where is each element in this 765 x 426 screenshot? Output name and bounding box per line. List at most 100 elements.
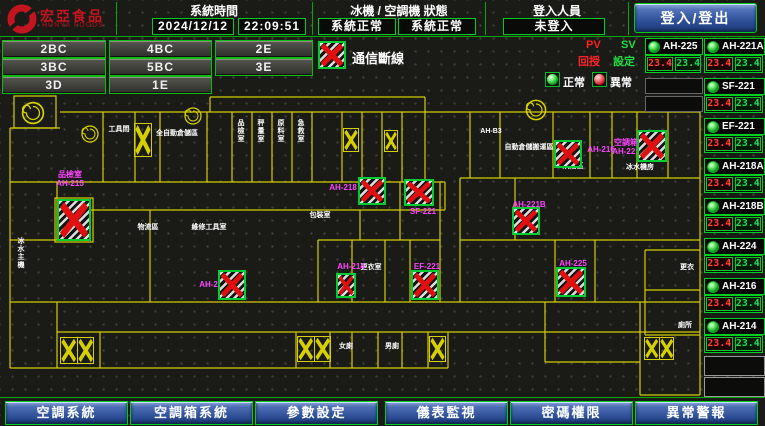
floor-button-1E[interactable]: 1E (109, 76, 212, 94)
nav-button-空調系統[interactable]: 空調系統 (5, 401, 128, 425)
nav-button-儀表監視[interactable]: 儀表監視 (385, 401, 508, 425)
unit-name: EF-221 (722, 121, 755, 132)
empty-slot (704, 356, 765, 376)
unit-sv-value: 23.4 (735, 137, 762, 151)
nav-button-參數設定[interactable]: 參數設定 (255, 401, 378, 425)
unit-AH-225[interactable]: AH-225 (645, 38, 703, 55)
empty-slot (645, 96, 703, 112)
comm-fail-unit-icon[interactable] (637, 130, 667, 162)
unit-AH-214[interactable]: AH-214 (704, 318, 765, 335)
room-label: 男廁 (382, 343, 402, 351)
company-subtitle: HUNYA FOODS (42, 22, 104, 29)
unit-values-SF-221: 23.423.4 (704, 95, 763, 113)
unit-status-led (648, 41, 660, 53)
unit-EF-221[interactable]: EF-221 (704, 118, 765, 135)
unit-status-led (707, 241, 719, 253)
unit-pv-value: 23.4 (706, 57, 733, 71)
unit-sv-value: 23.4 (735, 297, 762, 311)
normal-led-icon (545, 72, 560, 87)
unit-values-AH-218B: 23.423.4 (704, 215, 763, 233)
unit-AH-218A[interactable]: AH-218A (704, 158, 765, 175)
floor-button-3D[interactable]: 3D (2, 76, 106, 94)
spiral-stair-icon (524, 98, 548, 127)
comm-fail-unit-icon[interactable] (57, 199, 91, 241)
unit-sv-value: 23.4 (735, 337, 762, 351)
chiller-status-value: 系統正常 (318, 18, 396, 35)
room-label: 物流區 (128, 224, 168, 232)
spiral-stair-icon (80, 124, 100, 149)
unit-pv-value: 23.4 (647, 57, 673, 71)
unit-sv-value: 23.4 (735, 257, 762, 271)
stair-icon (384, 130, 398, 152)
unit-status-led (707, 321, 719, 333)
nav-button-異常警報[interactable]: 異常警報 (635, 401, 758, 425)
room-label: 秤量室 (255, 120, 267, 144)
unit-values-AH-221A: 23.423.4 (704, 55, 763, 73)
room-label: 包裝室 (300, 212, 340, 220)
nav-button-空調箱系統[interactable]: 空調箱系統 (130, 401, 253, 425)
floor-button-3BC[interactable]: 3BC (2, 58, 106, 76)
login-user-label: 登入人員 (488, 2, 626, 19)
nav-button-密碼權限[interactable]: 密碼權限 (510, 401, 633, 425)
unit-name: AH-225 (663, 41, 697, 52)
unit-AH-224[interactable]: AH-224 (704, 238, 765, 255)
floor-button-2BC[interactable]: 2BC (2, 40, 106, 58)
floor-button-3E[interactable]: 3E (215, 58, 313, 76)
unit-name: AH-218A (722, 161, 764, 172)
ahu-label: 空調箱 AH-221 (612, 138, 640, 156)
unit-status-led (707, 121, 719, 133)
comm-fail-unit-icon[interactable] (404, 179, 434, 206)
login-user-value: 未登入 (503, 18, 605, 35)
hmi-screen: 宏亞食品 HUNYA FOODS 系統時間 2024/12/12 22:09:5… (0, 0, 765, 426)
unit-name: AH-221A (722, 41, 764, 52)
ahu-label: AH-214 (334, 262, 368, 271)
stair-icon (60, 337, 94, 364)
unit-pv-value: 23.4 (706, 137, 733, 151)
ahu-label: SF-221 (406, 207, 440, 216)
stair-icon (343, 128, 359, 152)
sv-label: SV (621, 39, 636, 51)
unit-name: AH-214 (722, 321, 756, 332)
room-label: 自動倉儲搬運區 (500, 144, 558, 152)
stair-icon (644, 337, 674, 360)
unit-values-EF-221: 23.423.4 (704, 135, 763, 153)
unit-sv-value: 23.4 (735, 217, 762, 231)
empty-slot (645, 78, 703, 94)
system-clock-value: 22:09:51 (238, 18, 306, 35)
room-label: 全自動倉儲區 (150, 130, 204, 138)
unit-values-AH-225: 23.423.4 (645, 55, 701, 73)
login-logout-button[interactable]: 登入/登出 (634, 3, 757, 33)
unit-name: AH-216 (722, 281, 756, 292)
ahu-label: AH-218 (326, 183, 360, 192)
unit-SF-221[interactable]: SF-221 (704, 78, 765, 95)
comm-fail-unit-icon[interactable] (411, 270, 439, 300)
unit-AH-218B[interactable]: AH-218B (704, 198, 765, 215)
comm-fail-unit-icon[interactable] (512, 207, 540, 235)
comm-fail-legend-label: 通信斷線 (352, 48, 404, 67)
unit-AH-221A[interactable]: AH-221A (704, 38, 765, 55)
unit-values-AH-216: 23.423.4 (704, 295, 763, 313)
abnormal-led-icon (592, 72, 607, 87)
room-label: 更衣 (676, 264, 698, 272)
floor-button-4BC[interactable]: 4BC (109, 40, 212, 58)
normal-legend-label: 正常 (563, 74, 585, 90)
unit-pv-value: 23.4 (706, 297, 733, 311)
comm-fail-unit-icon[interactable] (554, 140, 582, 168)
unit-AH-216[interactable]: AH-216 (704, 278, 765, 295)
ahu-status-value: 系統正常 (398, 18, 476, 35)
unit-pv-value: 23.4 (706, 97, 733, 111)
comm-fail-unit-icon[interactable] (218, 270, 246, 300)
floor-button-2E[interactable]: 2E (215, 40, 313, 58)
room-label: 工具間 (106, 126, 132, 134)
comm-fail-unit-icon[interactable] (556, 267, 586, 297)
comm-fail-unit-icon[interactable] (358, 177, 386, 205)
company-logo-icon (6, 3, 38, 35)
floor-button-5BC[interactable]: 5BC (109, 58, 212, 76)
unit-name: SF-221 (722, 81, 755, 92)
room-label: 冰水機房 (612, 164, 668, 172)
comm-fail-unit-icon[interactable] (336, 273, 356, 298)
room-label: 原料室 (275, 120, 287, 144)
empty-slot (704, 377, 765, 397)
room-label: AH-B3 (474, 128, 508, 136)
unit-pv-value: 23.4 (706, 217, 733, 231)
